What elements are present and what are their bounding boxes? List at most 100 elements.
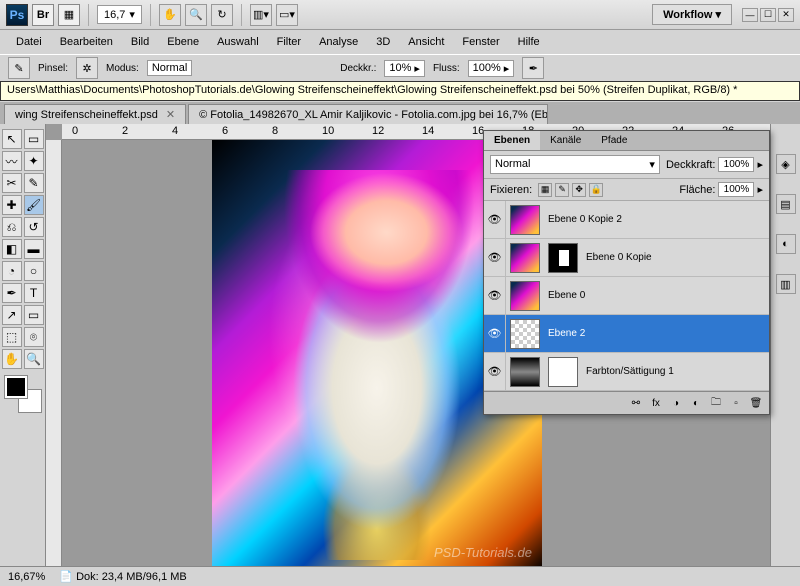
zoom-level-select[interactable]: 16,7▾ xyxy=(97,5,142,24)
lasso-tool-icon[interactable]: 〰 xyxy=(2,151,22,171)
visibility-icon[interactable]: 👁 xyxy=(484,239,506,276)
menu-bild[interactable]: Bild xyxy=(123,33,157,51)
brush-preset-icon[interactable]: ✲ xyxy=(76,57,98,79)
close-icon[interactable]: ✕ xyxy=(166,108,175,121)
layer-name[interactable]: Ebene 0 Kopie xyxy=(582,252,769,263)
3d-tool-icon[interactable]: ⬚ xyxy=(2,327,22,347)
menu-filter[interactable]: Filter xyxy=(269,33,309,51)
blur-tool-icon[interactable]: ◔ xyxy=(2,261,22,281)
layer-name[interactable]: Ebene 0 Kopie 2 xyxy=(544,214,769,225)
fill-input[interactable] xyxy=(718,182,754,197)
hand-tool-icon[interactable]: ✋ xyxy=(2,349,22,369)
rotate-view-icon[interactable]: ↻ xyxy=(211,4,233,26)
layer-thumb[interactable] xyxy=(510,357,540,387)
layer-name[interactable]: Farbton/Sättigung 1 xyxy=(582,366,769,377)
color-panel-icon[interactable]: ◈ xyxy=(776,154,796,174)
history-brush-icon[interactable]: ↺ xyxy=(24,217,44,237)
menu-3d[interactable]: 3D xyxy=(368,33,398,51)
dodge-tool-icon[interactable]: ○ xyxy=(24,261,44,281)
window-close-icon[interactable]: ✕ xyxy=(778,8,794,22)
layer-row[interactable]: 👁 Ebene 0 xyxy=(484,277,769,315)
swatches-panel-icon[interactable]: ▤ xyxy=(776,194,796,214)
opacity-input[interactable] xyxy=(718,157,754,172)
color-swatches[interactable] xyxy=(5,376,41,412)
layers-panel-icon[interactable]: ▥ xyxy=(776,274,796,294)
layer-mask-thumb[interactable] xyxy=(548,243,578,273)
mini-bridge-icon[interactable]: ▦ xyxy=(58,4,80,26)
doc-size-status[interactable]: 📄 Dok: 23,4 MB/96,1 MB xyxy=(59,570,186,583)
tab-ebenen[interactable]: Ebenen xyxy=(484,131,540,150)
brush-tool-icon[interactable]: 🖌 xyxy=(24,195,44,215)
layer-thumb[interactable] xyxy=(510,319,540,349)
menu-ebene[interactable]: Ebene xyxy=(159,33,207,51)
path-sel-tool-icon[interactable]: ↗ xyxy=(2,305,22,325)
blend-mode-select[interactable]: Normal▾ xyxy=(490,155,660,174)
layer-row[interactable]: 👁 Farbton/Sättigung 1 xyxy=(484,353,769,391)
visibility-icon[interactable]: 👁 xyxy=(484,201,506,238)
layer-thumb[interactable] xyxy=(510,281,540,311)
menu-bearbeiten[interactable]: Bearbeiten xyxy=(52,33,121,51)
doc-tab[interactable]: © Fotolia_14982670_XL Amir Kaljikovic - … xyxy=(188,104,548,124)
camera-tool-icon[interactable]: ⌾ xyxy=(24,327,44,347)
layer-thumb[interactable] xyxy=(510,205,540,235)
vertical-ruler[interactable] xyxy=(46,140,62,566)
eyedropper-tool-icon[interactable]: ✎ xyxy=(24,173,44,193)
link-layers-icon[interactable]: ⚯ xyxy=(627,395,645,411)
layer-mask-thumb[interactable] xyxy=(548,357,578,387)
visibility-icon[interactable]: 👁 xyxy=(484,277,506,314)
menu-ansicht[interactable]: Ansicht xyxy=(400,33,452,51)
opacity-field[interactable]: 10%▸ xyxy=(384,60,425,77)
layer-group-icon[interactable]: 🗀 xyxy=(707,395,725,411)
tab-kanaele[interactable]: Kanäle xyxy=(540,131,591,150)
shape-tool-icon[interactable]: ▭ xyxy=(24,305,44,325)
move-tool-icon[interactable]: ↖ xyxy=(2,129,22,149)
lock-transparency-icon[interactable]: ▦ xyxy=(538,183,552,197)
layer-row[interactable]: 👁 Ebene 0 Kopie xyxy=(484,239,769,277)
workspace-switcher[interactable]: Workflow ▾ xyxy=(652,4,732,25)
visibility-icon[interactable]: 👁 xyxy=(484,315,506,352)
type-tool-icon[interactable]: T xyxy=(24,283,44,303)
adjustment-layer-icon[interactable]: ◐ xyxy=(687,395,705,411)
screen-mode-icon[interactable]: ▭▾ xyxy=(276,4,298,26)
window-restore-icon[interactable]: ☐ xyxy=(760,8,776,22)
marquee-tool-icon[interactable]: ▭ xyxy=(24,129,44,149)
lock-position-icon[interactable]: ✥ xyxy=(572,183,586,197)
menu-datei[interactable]: Datei xyxy=(8,33,50,51)
layer-row[interactable]: 👁 Ebene 2 xyxy=(484,315,769,353)
stamp-tool-icon[interactable]: ⎌ xyxy=(2,217,22,237)
photoshop-icon[interactable]: Ps xyxy=(6,4,28,26)
layer-fx-icon[interactable]: fx xyxy=(647,395,665,411)
airbrush-icon[interactable]: ✒ xyxy=(522,57,544,79)
arrange-docs-icon[interactable]: ▥▾ xyxy=(250,4,272,26)
layer-row[interactable]: 👁 Ebene 0 Kopie 2 xyxy=(484,201,769,239)
menu-auswahl[interactable]: Auswahl xyxy=(209,33,267,51)
menu-fenster[interactable]: Fenster xyxy=(454,33,507,51)
layer-thumb[interactable] xyxy=(510,243,540,273)
menu-hilfe[interactable]: Hilfe xyxy=(510,33,548,51)
layer-name[interactable]: Ebene 0 xyxy=(544,290,769,301)
hand-tool-icon[interactable]: ✋ xyxy=(159,4,181,26)
tab-pfade[interactable]: Pfade xyxy=(591,131,637,150)
flow-field[interactable]: 100%▸ xyxy=(468,60,515,77)
blend-mode-field[interactable]: Normal xyxy=(147,60,192,76)
window-minimize-icon[interactable]: — xyxy=(742,8,758,22)
tool-preset-icon[interactable]: ✎ xyxy=(8,57,30,79)
zoom-status[interactable]: 16,67% xyxy=(8,571,45,583)
layer-mask-icon[interactable]: ◑ xyxy=(667,395,685,411)
heal-tool-icon[interactable]: ✚ xyxy=(2,195,22,215)
lock-pixels-icon[interactable]: ✎ xyxy=(555,183,569,197)
foreground-color[interactable] xyxy=(5,376,27,398)
layer-name[interactable]: Ebene 2 xyxy=(544,328,769,339)
zoom-tool-icon[interactable]: 🔍 xyxy=(24,349,44,369)
menu-analyse[interactable]: Analyse xyxy=(311,33,366,51)
doc-tab[interactable]: wing Streifenscheineffekt.psd✕ xyxy=(4,104,186,124)
visibility-icon[interactable]: 👁 xyxy=(484,353,506,390)
pen-tool-icon[interactable]: ✒ xyxy=(2,283,22,303)
wand-tool-icon[interactable]: ✦ xyxy=(24,151,44,171)
bridge-icon[interactable]: Br xyxy=(32,4,54,26)
delete-layer-icon[interactable]: 🗑 xyxy=(747,395,765,411)
crop-tool-icon[interactable]: ✂ xyxy=(2,173,22,193)
adjustments-panel-icon[interactable]: ◐ xyxy=(776,234,796,254)
new-layer-icon[interactable]: ▫ xyxy=(727,395,745,411)
zoom-tool-icon[interactable]: 🔍 xyxy=(185,4,207,26)
